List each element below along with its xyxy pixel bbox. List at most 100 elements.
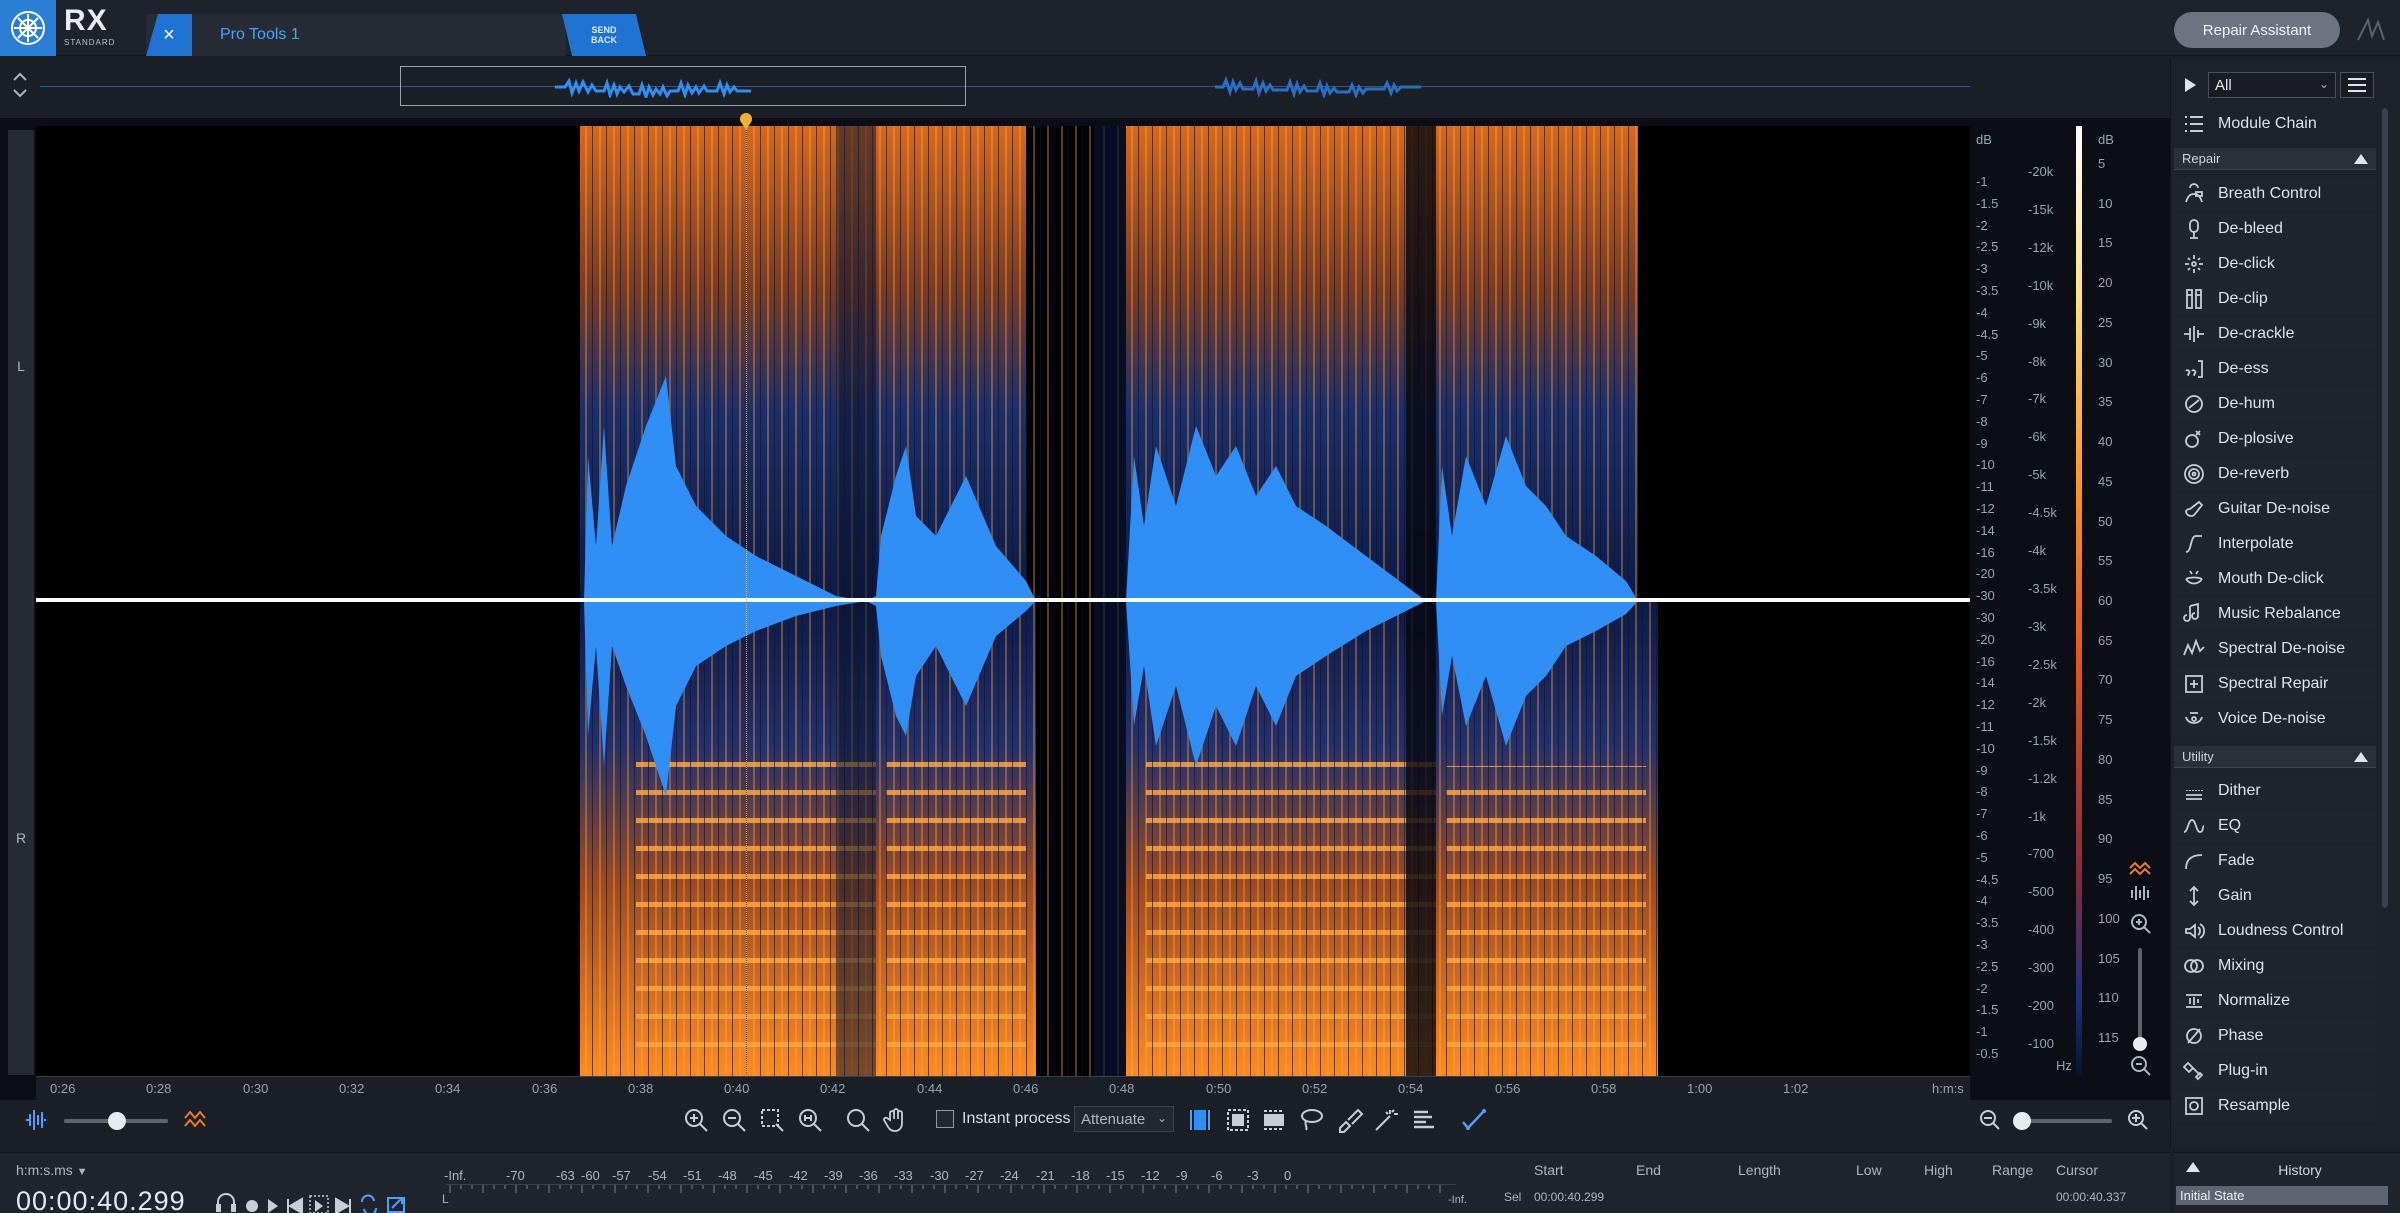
module-item[interactable]: EQ (2174, 810, 2376, 842)
horizontal-zoom-out-icon[interactable] (1976, 1106, 2004, 1134)
color-db-tick: 20 (2098, 275, 2113, 290)
meter-label: 0 (1284, 1168, 1292, 1183)
spectrogram-canvas[interactable] (36, 126, 1970, 1076)
module-item[interactable]: Gain (2174, 880, 2376, 912)
horizontal-zoom-slider-track[interactable] (2020, 1119, 2112, 1123)
harmonic-selection-icon[interactable] (1410, 1106, 1438, 1134)
module-item[interactable]: Resample (2174, 1090, 2376, 1122)
magic-wand-icon[interactable] (1372, 1106, 1400, 1134)
utility-section-header[interactable]: Utility (2174, 746, 2376, 768)
selection-start-value[interactable]: 00:00:40.299 (1534, 1190, 1604, 1204)
guitar-icon (2180, 495, 2208, 523)
frequency-selection-icon[interactable] (1260, 1106, 1288, 1134)
module-item[interactable]: De-crackle (2174, 318, 2376, 350)
hz-tick: -1.2k (2028, 771, 2057, 786)
channel-right-label[interactable]: R (8, 830, 34, 846)
module-item[interactable]: Spectral Repair (2174, 668, 2376, 700)
selection-header: Range (1992, 1162, 2034, 1178)
zoom-out-icon[interactable] (720, 1106, 748, 1134)
meter-label: -51 (683, 1168, 702, 1183)
brush-tool-icon[interactable] (1336, 1106, 1364, 1134)
module-item[interactable]: De-bleed (2174, 213, 2376, 245)
module-item-label: Mouth De-click (2218, 570, 2324, 587)
cursor-position-value: 00:00:40.337 (2056, 1190, 2127, 1204)
time-selection-tool-icon[interactable] (1186, 1106, 1214, 1134)
color-db-tick: 40 (2098, 434, 2113, 449)
meter-label: -36 (859, 1168, 878, 1183)
send-back-button[interactable]: SEND BACK (562, 14, 646, 56)
file-tab[interactable] (146, 14, 566, 56)
module-item[interactable]: Spectral De-noise (2174, 633, 2376, 665)
collapse-triangle-icon[interactable] (2354, 751, 2368, 762)
instant-process-label[interactable]: Instant process (962, 1110, 1071, 1128)
module-chain-item[interactable]: Module Chain (2174, 108, 2376, 140)
repair-assistant-button[interactable]: Repair Assistant (2174, 12, 2340, 48)
de-ess-icon (2180, 355, 2208, 383)
horizontal-zoom-in-icon[interactable] (2124, 1106, 2152, 1134)
time-tick: 0:28 (146, 1081, 172, 1096)
channel-left-label[interactable]: L (8, 358, 34, 374)
selection-header: Length (1738, 1162, 1781, 1178)
send-back-label: SEND BACK (591, 25, 617, 45)
lasso-tool-icon[interactable] (1298, 1106, 1326, 1134)
panel-scrollbar[interactable] (2382, 108, 2388, 908)
module-item-label: De-plosive (2218, 430, 2294, 447)
hz-tick: -7k (2028, 391, 2047, 406)
module-item[interactable]: Plug-in (2174, 1055, 2376, 1087)
module-item[interactable]: Music Rebalance (2174, 598, 2376, 630)
process-mode-select[interactable]: Attenuate ⌄ (1074, 1106, 1174, 1132)
module-item[interactable]: De-click (2174, 248, 2376, 280)
fade-curve-icon[interactable] (1460, 1106, 1488, 1134)
module-item[interactable]: Mouth De-click (2174, 563, 2376, 595)
overview-resize-icon[interactable] (10, 70, 30, 100)
tab-title[interactable]: Pro Tools 1 (220, 26, 300, 44)
waveform-view-icon[interactable] (22, 1106, 50, 1134)
collapse-triangle-icon[interactable] (2354, 153, 2368, 164)
horizontal-zoom-slider-knob[interactable] (2013, 1112, 2031, 1130)
repair-section-header[interactable]: Repair (2174, 148, 2376, 170)
module-item[interactable]: Loudness Control (2174, 915, 2376, 947)
chevron-down-icon: ⌄ (1156, 1111, 1167, 1125)
module-item[interactable]: Normalize (2174, 985, 2376, 1017)
amplitude-db-scale[interactable]: dB -1 -1.5 -2 -2.5 -3 -3.5 -4 -4.5 -5 -6 -7 -8 -9 -10… (1970, 126, 2026, 1076)
history-item[interactable]: Initial State (2176, 1186, 2388, 1205)
instant-process-checkbox[interactable] (936, 1110, 954, 1128)
meter-label: -42 (789, 1168, 808, 1183)
play-module-icon[interactable] (2182, 76, 2198, 94)
magnify-tool-icon[interactable] (844, 1106, 872, 1134)
spectrogram-view-icon[interactable] (182, 1106, 210, 1134)
module-item[interactable]: Breath Control (2174, 178, 2376, 210)
module-item[interactable]: Guitar De-noise (2174, 493, 2376, 525)
time-frequency-selection-icon[interactable] (1224, 1106, 1252, 1134)
zoom-to-selection-icon[interactable] (758, 1106, 786, 1134)
microphone-icon (2180, 215, 2208, 243)
module-item[interactable]: Dither (2174, 775, 2376, 807)
db-tick: -0.5 (1976, 1046, 1999, 1061)
time-ruler[interactable]: 0:26 0:28 0:30 0:32 0:34 0:36 0:38 0:40 0:42 0:44… (36, 1076, 1970, 1100)
module-item[interactable]: De-reverb (2174, 458, 2376, 490)
module-filter-select[interactable]: All ⌄ (2208, 72, 2336, 98)
module-item[interactable]: Fade (2174, 845, 2376, 877)
panel-menu-icon[interactable] (2340, 72, 2374, 98)
time-format-select[interactable]: h:m:s.ms ▼ (16, 1162, 88, 1178)
db-tick: -30 (1976, 610, 1995, 625)
module-item[interactable]: De-ess (2174, 353, 2376, 385)
zoom-in-icon[interactable] (682, 1106, 710, 1134)
module-item[interactable]: De-clip (2174, 283, 2376, 315)
module-item[interactable]: Phase (2174, 1020, 2376, 1052)
module-item[interactable]: Voice De-noise (2174, 703, 2376, 735)
zoom-fit-icon[interactable] (796, 1106, 824, 1134)
meter-label: -39 (824, 1168, 843, 1183)
reverb-icon (2180, 460, 2208, 488)
module-item[interactable]: De-hum (2174, 388, 2376, 420)
module-item[interactable]: Mixing (2174, 950, 2376, 982)
frequency-hz-scale[interactable]: -20k -15k -12k -10k -9k -8k -7k -6k -5k -4.5k -4k -… (2026, 126, 2082, 1076)
module-item[interactable]: De-plosive (2174, 423, 2376, 455)
izotope-logo-icon[interactable] (0, 0, 56, 56)
module-item[interactable]: Interpolate (2174, 528, 2376, 560)
color-db-tick: 50 (2098, 514, 2113, 529)
history-expand-icon[interactable] (2186, 1162, 2200, 1172)
hand-tool-icon[interactable] (882, 1106, 910, 1134)
view-blend-slider-knob[interactable] (108, 1112, 126, 1130)
channel-strip[interactable] (8, 130, 34, 1075)
